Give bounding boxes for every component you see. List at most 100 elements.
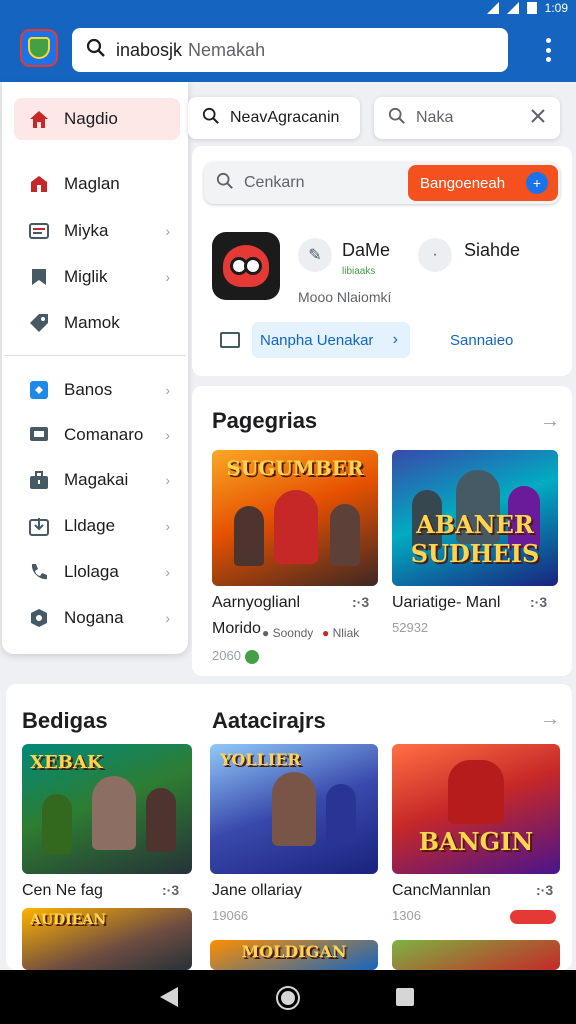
sidebar-item-store[interactable]: Maglan bbox=[14, 163, 180, 205]
featured-pill-button[interactable]: Nanpha Uenakar › bbox=[252, 322, 410, 358]
game-count: 2060 bbox=[212, 648, 259, 664]
game-tile[interactable]: MOLDIGAN bbox=[210, 940, 378, 970]
game-name: Aarnyoglianl bbox=[212, 594, 301, 611]
game-tile[interactable]: XEBAK bbox=[22, 744, 192, 874]
featured-card: Cenkarn Bangoeneah + ✎ DaMe libiaaks · S… bbox=[192, 146, 572, 376]
game-tile[interactable]: YOLLIER bbox=[210, 744, 378, 874]
rating-badge bbox=[510, 910, 556, 924]
wifi-icon bbox=[506, 2, 519, 14]
app-bar: inabosjk Nemakah bbox=[0, 18, 576, 82]
sidebar-item-settings[interactable]: Nogana › bbox=[14, 597, 180, 639]
system-nav-bar bbox=[0, 970, 576, 1024]
chevron-right-icon: › bbox=[165, 472, 170, 488]
settings-icon bbox=[28, 607, 50, 629]
featured-link[interactable]: Sannaieo bbox=[450, 332, 513, 349]
phone-icon bbox=[28, 561, 50, 583]
more-options-icon[interactable] bbox=[544, 38, 552, 62]
game-tile[interactable]: BANGIN bbox=[392, 744, 560, 874]
app-logo-icon[interactable] bbox=[20, 29, 58, 67]
search-icon bbox=[216, 172, 234, 195]
chevron-right-icon: › bbox=[165, 564, 170, 580]
tab-secondary[interactable]: Naka bbox=[374, 97, 560, 139]
navigation-drawer: Nagdio Maglan Miyka › Miglik › Mamok Ban… bbox=[2, 82, 188, 654]
section-title: Bedigas bbox=[22, 708, 108, 733]
status-bar: 1:09 bbox=[0, 0, 576, 18]
game-tile[interactable]: ABANER SUDHEIS bbox=[392, 450, 558, 586]
game-name: Jane ollariay bbox=[212, 882, 302, 899]
list-icon bbox=[28, 220, 50, 242]
sidebar-divider bbox=[4, 355, 186, 356]
section-title: Pagegrias bbox=[212, 408, 318, 433]
sidebar-item-label: Llolaga bbox=[64, 562, 119, 581]
back-icon[interactable] bbox=[160, 987, 178, 1007]
sidebar-item-list[interactable]: Miyka › bbox=[14, 210, 180, 252]
game-rating: :·3 bbox=[162, 882, 180, 898]
game-count: 1306 bbox=[392, 908, 421, 923]
game-controller-icon: ✎ bbox=[298, 238, 332, 272]
chevron-right-icon: › bbox=[165, 382, 170, 398]
game-count: 52932 bbox=[392, 620, 429, 635]
game-tile[interactable] bbox=[392, 940, 560, 970]
game-count: 19066 bbox=[212, 908, 249, 923]
search-placeholder: Cenkarn bbox=[244, 174, 305, 191]
game-tile-title: ABANER SUDHEIS bbox=[410, 510, 540, 568]
sidebar-item-tag[interactable]: Mamok bbox=[14, 302, 180, 344]
chevron-right-icon: › bbox=[392, 331, 398, 348]
sidebar-item-label: Comanaro bbox=[64, 425, 144, 444]
arrow-right-icon[interactable]: → bbox=[540, 708, 560, 731]
game-tag: ● Soondy bbox=[262, 626, 314, 640]
recents-icon[interactable] bbox=[396, 988, 414, 1006]
game-tile-title: MOLDIGAN bbox=[241, 942, 347, 961]
sidebar-item-label: Maglan bbox=[64, 174, 120, 193]
game-tag: ● Nliak bbox=[322, 626, 360, 640]
sidebar-item-chat[interactable]: Comanaro › bbox=[14, 414, 180, 456]
add-icon: + bbox=[526, 172, 548, 194]
sidebar-item-label: Mamok bbox=[64, 313, 120, 332]
home-button-icon[interactable] bbox=[276, 986, 300, 1010]
sidebar-item-label: Magakai bbox=[64, 470, 129, 489]
home-icon bbox=[28, 108, 50, 130]
close-icon[interactable] bbox=[530, 108, 546, 129]
game-tile[interactable]: SUGUMBER bbox=[212, 450, 378, 586]
game-developer: Morido bbox=[212, 620, 261, 637]
section-games: Bedigas Aatacirajrs → XEBAK Cen Ne fag :… bbox=[6, 684, 572, 970]
chevron-right-icon: › bbox=[165, 610, 170, 626]
sidebar-item-download[interactable]: Lldage › bbox=[14, 505, 180, 547]
chevron-right-icon: › bbox=[165, 223, 170, 239]
battery-icon bbox=[526, 2, 537, 14]
sidebar-item-label: Miglik bbox=[64, 267, 108, 286]
game-rating: :·3 bbox=[536, 882, 554, 898]
sidebar-item-apps[interactable]: Banos › bbox=[14, 369, 180, 411]
sidebar-item-label: Nagdio bbox=[64, 109, 118, 128]
signal-icon bbox=[486, 2, 499, 14]
sidebar-item-label: Banos bbox=[64, 380, 113, 399]
search-icon bbox=[388, 107, 406, 130]
app-title: DaMe bbox=[342, 240, 391, 260]
apps-icon bbox=[28, 379, 50, 401]
sidebar-item-home[interactable]: Nagdio bbox=[14, 98, 180, 140]
arrow-right-icon[interactable]: → bbox=[540, 410, 560, 433]
chat-icon bbox=[28, 424, 50, 446]
app-icon[interactable] bbox=[212, 232, 280, 300]
chevron-right-icon: › bbox=[165, 518, 170, 534]
briefcase-icon bbox=[28, 469, 50, 491]
verified-icon bbox=[244, 649, 259, 664]
app-subtitle: libiaaks bbox=[342, 266, 376, 277]
sidebar-item-phone[interactable]: Llolaga › bbox=[14, 551, 180, 593]
second-title: Siahde bbox=[464, 240, 521, 260]
game-tile-title: BANGIN bbox=[418, 827, 534, 856]
sidebar-item-briefcase[interactable]: Magakai › bbox=[14, 459, 180, 501]
action-button[interactable]: Bangoeneah + bbox=[408, 165, 558, 201]
featured-search-input[interactable]: Cenkarn Bangoeneah + bbox=[204, 162, 560, 204]
app-meta-line: Mooo Nlaiomkí bbox=[298, 289, 392, 305]
top-search-input[interactable]: inabosjk Nemakah bbox=[72, 28, 508, 72]
sidebar-item-label: Lldage bbox=[64, 516, 116, 535]
section-popular: Pagegrias → SUGUMBER Aarnyoglianl :·3 Mo… bbox=[192, 386, 572, 676]
tab-primary[interactable]: NeavAgracanin bbox=[188, 97, 360, 139]
game-tile-title: AUDIEAN bbox=[30, 912, 107, 928]
game-tile[interactable]: AUDIEAN bbox=[22, 908, 192, 970]
sidebar-item-bookmark[interactable]: Miglik › bbox=[14, 256, 180, 298]
chevron-right-icon: › bbox=[165, 269, 170, 285]
pill-label: Nanpha Uenakar bbox=[260, 331, 374, 349]
game-name: CancMannlan bbox=[392, 882, 491, 899]
